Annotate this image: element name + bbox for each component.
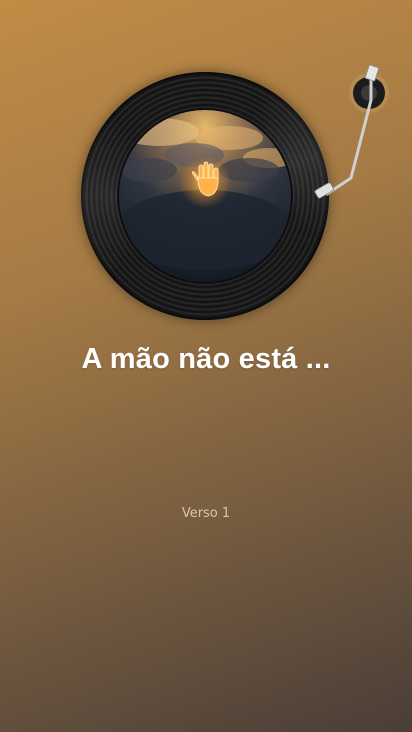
album-cover-image [119, 110, 291, 282]
vinyl-record[interactable] [81, 72, 329, 320]
album-cover [119, 110, 291, 282]
tonearm[interactable] [305, 60, 405, 210]
glowing-hand-icon [179, 156, 231, 208]
player-screen: { "player": { "song_title": "A mão não e… [0, 0, 412, 732]
song-title: A mão não está ... [81, 343, 331, 375]
lyrics-line: Verso 1 [181, 506, 231, 521]
